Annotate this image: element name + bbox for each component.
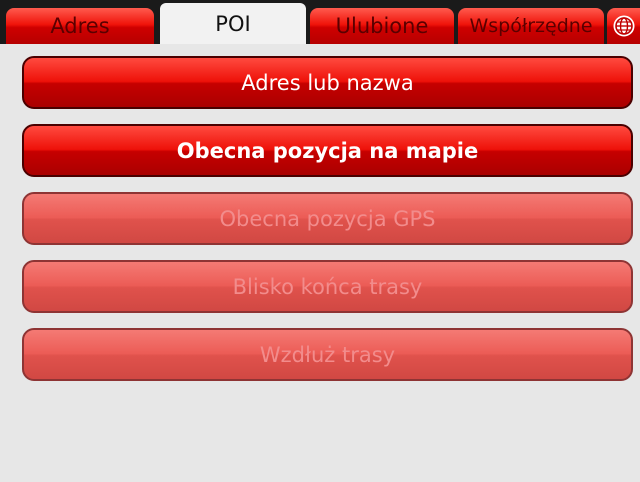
globe-icon [613, 15, 634, 37]
near-route-end-button[interactable]: Blisko końca trasy [22, 260, 633, 313]
address-or-name-button[interactable]: Adres lub nazwa [22, 56, 633, 109]
current-gps-position-button[interactable]: Obecna pozycja GPS [22, 192, 633, 245]
tab-ulubione[interactable]: Ulubione [310, 8, 454, 44]
tab-adres[interactable]: Adres [6, 8, 154, 44]
tab-wspolrzedne[interactable]: Współrzędne [458, 8, 604, 44]
tab-bar: Adres POI Ulubione Współrzędne [0, 0, 640, 45]
tab-globe[interactable] [607, 8, 640, 44]
content-area: Adres lub nazwa Obecna pozycja na mapie … [0, 44, 640, 482]
along-route-button[interactable]: Wzdłuż trasy [22, 328, 633, 381]
tab-poi[interactable]: POI [160, 3, 306, 45]
current-map-position-button[interactable]: Obecna pozycja na mapie [22, 124, 633, 177]
